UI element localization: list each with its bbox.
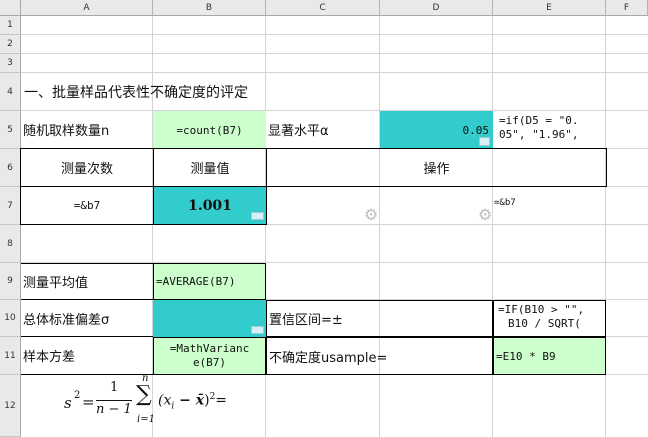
z-value-formula-line1: =if(D5 = "0. [499, 114, 579, 127]
formula-s-exponent: 2 [74, 390, 81, 401]
column-header-c[interactable]: C [266, 0, 380, 16]
row-header-2[interactable]: 2 [0, 35, 21, 54]
column-header-e[interactable]: E [493, 0, 606, 16]
uncertainty-label-text: 不确定度usample= [269, 350, 388, 366]
confidence-interval-formula[interactable]: =IF(B10 > "", B10 / SQRT( [493, 300, 606, 337]
gridline [21, 34, 648, 35]
sample-variance-formula-line2: e(B7) [192, 356, 227, 369]
significance-value-text: 0.05 [462, 123, 490, 137]
e7-reference[interactable]: =&b7 [494, 196, 594, 210]
formula-body: (xi − x̄)2= [158, 392, 227, 411]
sample-variance-formula-line1: =MathVarianc [169, 342, 250, 355]
formula-tail: = [215, 392, 228, 409]
row-header-3[interactable]: 3 [0, 54, 21, 73]
fill-handle-icon[interactable] [251, 326, 264, 334]
gear-icon[interactable]: ⚙ [478, 207, 492, 223]
mean-label[interactable]: 测量平均值 [21, 263, 153, 300]
confidence-interval-formula-line1: =IF(B10 > "", [498, 303, 585, 316]
dropdown-arrow-icon[interactable] [479, 137, 490, 146]
formula-denominator: n − 1 [96, 402, 132, 417]
formula-minus: − [174, 392, 196, 409]
row-header-6[interactable]: 6 [0, 149, 21, 187]
significance-value[interactable]: 0.05 [380, 111, 493, 149]
measure-count-header[interactable]: 测量次数 [20, 148, 154, 187]
fill-handle-icon[interactable] [251, 212, 264, 220]
formula-xbar: x̄ [195, 392, 205, 409]
row-header-10[interactable]: 10 [0, 300, 21, 337]
sample-count-formula[interactable]: =count(B7) [153, 111, 266, 149]
measure-value-header[interactable]: 测量值 [153, 148, 267, 187]
sample-variance-label[interactable]: 样本方差 [21, 337, 153, 375]
sample-count-label[interactable]: 随机取样数量n [21, 111, 153, 149]
mean-formula[interactable]: =AVERAGE(B7) [153, 263, 266, 300]
column-header-d[interactable]: D [380, 0, 493, 16]
sample-variance-formula[interactable]: =MathVarianc e(B7) [153, 337, 266, 375]
variance-formula-image: s 2 = 1 n − 1 n ∑ i=1 (xi − x̄)2= [60, 373, 230, 434]
measure-value-cell[interactable]: 1.001 [153, 186, 267, 225]
row-header-9[interactable]: 9 [0, 263, 21, 300]
row-header-5[interactable]: 5 [0, 111, 21, 149]
column-header-b[interactable]: B [153, 0, 266, 16]
formula-sum-bottom: i=1 [137, 414, 155, 425]
uncertainty-formula[interactable]: =E10 * B9 [493, 337, 606, 375]
z-value-formula[interactable]: =if(D5 = "0. 05", "1.96", [493, 111, 606, 149]
formula-fraction-bar [96, 400, 132, 401]
confidence-interval-label[interactable]: 置信区间=± [266, 300, 493, 337]
confidence-interval-formula-line2: B10 / SQRT( [508, 317, 581, 330]
column-header-a[interactable]: A [21, 0, 153, 16]
section-title[interactable]: 一、批量样品代表性不确定度的评定 [22, 73, 402, 110]
select-all-corner[interactable] [0, 0, 21, 16]
row-header-7[interactable]: 7 [0, 187, 21, 225]
row-header-4[interactable]: 4 [0, 73, 21, 111]
population-sd-cell[interactable] [153, 300, 266, 337]
gridline [21, 53, 648, 54]
uncertainty-label[interactable]: 不确定度usample= [266, 337, 493, 375]
z-value-formula-line2: 05", "1.96", [499, 128, 579, 141]
measure-value-text: 1.001 [188, 197, 232, 214]
gear-icon[interactable]: ⚙ [364, 207, 378, 223]
row-header-1[interactable]: 1 [0, 16, 21, 35]
formula-s: s [64, 394, 72, 412]
formula-numerator: 1 [110, 380, 119, 395]
operation-header[interactable]: 操作 [266, 148, 607, 187]
row-header-11[interactable]: 11 [0, 337, 21, 375]
formula-equals: = [82, 393, 95, 411]
row-header-8[interactable]: 8 [0, 225, 21, 263]
measure-count-cell[interactable]: =&b7 [20, 186, 154, 225]
formula-open: (x [158, 392, 172, 409]
row-header-12[interactable]: 12 [0, 375, 21, 437]
significance-label[interactable]: 显著水平α [266, 111, 380, 149]
summation-icon: ∑ [136, 382, 152, 407]
population-sd-label[interactable]: 总体标准偏差σ [21, 300, 153, 337]
column-header-f[interactable]: F [606, 0, 648, 16]
